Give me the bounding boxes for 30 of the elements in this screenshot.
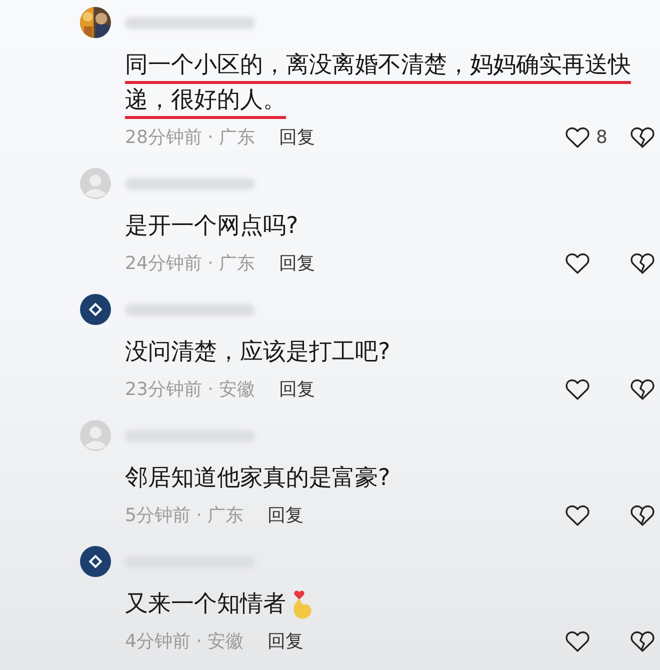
default-avatar-icon	[80, 168, 111, 199]
time-location: 23分钟前 · 安徽	[125, 378, 256, 401]
reply-link[interactable]: 回复	[268, 503, 304, 527]
like-icon[interactable]	[565, 252, 590, 274]
broken-heart-icon[interactable]	[630, 252, 655, 274]
default-avatar-icon	[80, 420, 111, 451]
reply-link[interactable]: 回复	[279, 377, 316, 401]
comment-text: 又来一个知情者	[125, 590, 286, 619]
like-icon[interactable]	[565, 126, 590, 148]
time-location: 28分钟前 · 广东	[125, 126, 256, 149]
comment-text: 是开一个网点吗?	[125, 212, 300, 241]
reply-link[interactable]: 回复	[268, 629, 304, 653]
like-icon[interactable]	[565, 504, 590, 526]
comment-text: 没问清楚，应该是打工吧?	[125, 338, 392, 367]
logo-avatar-icon	[80, 294, 111, 325]
time-location: 4分钟前 · 安徽	[125, 630, 244, 653]
reply-link[interactable]: 回复	[279, 125, 316, 149]
broken-heart-icon[interactable]	[630, 630, 655, 652]
time-location: 5分钟前 · 广东	[125, 504, 244, 527]
broken-heart-icon[interactable]	[630, 378, 655, 400]
logo-avatar-icon	[80, 546, 111, 577]
broken-heart-icon[interactable]	[630, 126, 655, 148]
time-location: 24分钟前 · 广东	[125, 252, 256, 275]
comment-text: 同一个小区的，离没离婚不清楚，妈妈确实再送快递，很好的人。	[125, 51, 632, 115]
comment-text: 邻居知道他家真的是富豪?	[125, 464, 392, 493]
broken-heart-icon[interactable]	[630, 504, 655, 526]
like-icon[interactable]	[565, 630, 590, 652]
like-icon[interactable]	[565, 378, 590, 400]
reply-link[interactable]: 回复	[279, 251, 316, 275]
like-count: 8	[596, 126, 608, 148]
